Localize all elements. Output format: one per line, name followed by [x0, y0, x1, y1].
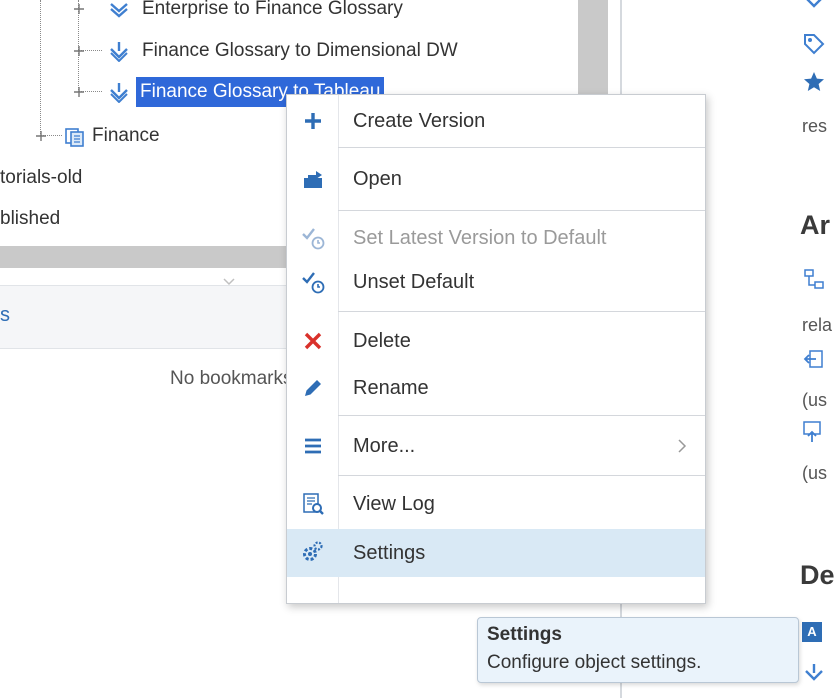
tree-item[interactable]: Finance: [32, 121, 160, 151]
tree-item[interactable]: blished: [0, 204, 60, 234]
tree-item[interactable]: torials-old: [0, 163, 82, 193]
import-icon: [802, 348, 826, 372]
menu-item-unset-default[interactable]: Unset Default: [287, 259, 705, 305]
gear-icon: [301, 540, 325, 564]
folder-model-icon: [64, 125, 86, 147]
tree-connector: [40, 0, 41, 136]
split-grip-icon[interactable]: [222, 274, 236, 286]
menu-item-more[interactable]: More...: [287, 423, 705, 469]
expand-plus-icon[interactable]: [34, 129, 48, 143]
section-heading: De: [800, 560, 835, 590]
details-text: (us: [802, 390, 828, 410]
star-icon: [802, 70, 826, 94]
expand-plus-icon[interactable]: [72, 85, 86, 99]
no-bookmarks-text: No bookmarks: [170, 368, 293, 389]
tooltip-title: Settings: [487, 624, 562, 645]
menu-separator: [338, 311, 705, 312]
app-root: Enterprise to Finance Glossary Finance G…: [0, 0, 837, 698]
menu-separator: [338, 147, 705, 148]
menu-item-label: Settings: [353, 542, 426, 564]
hamburger-icon: [301, 434, 325, 458]
menu-item-label: Delete: [353, 330, 411, 352]
menu-item-open[interactable]: Open: [287, 156, 705, 202]
bookmarks-title[interactable]: s: [0, 304, 10, 327]
tooltip-body: Configure object settings.: [487, 652, 702, 673]
menu-item-label: Open: [353, 168, 402, 190]
pencil-icon: [301, 376, 325, 400]
expand-plus-icon[interactable]: [72, 44, 86, 58]
tag-icon: [802, 32, 826, 56]
menu-item-label: Set Latest Version to Default: [353, 227, 607, 249]
mapping-icon: [108, 40, 130, 63]
menu-item-label: View Log: [353, 493, 435, 515]
attribute-badge-icon: A: [802, 622, 822, 642]
menu-item-settings[interactable]: Settings: [287, 529, 705, 577]
tree-item-label: blished: [0, 208, 61, 229]
menu-separator: [338, 210, 705, 211]
mapping-icon: [802, 662, 826, 686]
tree-item-label: torials-old: [0, 167, 83, 188]
mapping-icon: [108, 81, 130, 104]
menu-item-delete[interactable]: Delete: [287, 318, 705, 364]
details-text: rela: [802, 315, 833, 335]
set-default-icon: [301, 226, 325, 250]
menu-item-create-version[interactable]: Create Version: [287, 98, 705, 144]
tree-item[interactable]: Finance Glossary to Dimensional DW: [70, 36, 458, 66]
view-log-icon: [301, 492, 325, 516]
chevron-right-icon: [677, 439, 687, 453]
delete-icon: [301, 329, 325, 353]
tree-item-label: Enterprise to Finance Glossary: [142, 0, 403, 19]
menu-separator: [338, 415, 705, 416]
tree-item-label: Finance: [92, 125, 160, 146]
export-icon: [802, 420, 826, 444]
menu-item-label: Create Version: [353, 110, 486, 132]
plus-icon: [301, 109, 325, 133]
tree-item-label: Finance Glossary to Dimensional DW: [142, 40, 458, 61]
menu-item-label: More...: [353, 435, 416, 457]
tree-item[interactable]: Enterprise to Finance Glossary: [70, 0, 403, 24]
details-text: (us: [802, 463, 828, 483]
section-heading: Ar: [800, 210, 831, 240]
details-text: res: [802, 116, 828, 136]
menu-item-rename[interactable]: Rename: [287, 365, 705, 411]
mapping-icon: [802, 0, 826, 16]
menu-item-label: Unset Default: [353, 271, 475, 293]
unset-default-icon: [301, 270, 325, 294]
menu-item-label: Rename: [353, 377, 429, 399]
context-menu: Create Version Open Set Latest Version t…: [286, 94, 706, 604]
mapping-icon: [108, 0, 130, 20]
expand-plus-icon[interactable]: [72, 2, 86, 16]
open-icon: [301, 167, 325, 191]
menu-item-set-latest-version-default: Set Latest Version to Default: [287, 215, 705, 261]
menu-separator: [338, 475, 705, 476]
settings-tooltip: Settings Configure object settings.: [477, 617, 799, 683]
menu-item-view-log[interactable]: View Log: [287, 481, 705, 527]
hierarchy-icon: [802, 268, 826, 292]
